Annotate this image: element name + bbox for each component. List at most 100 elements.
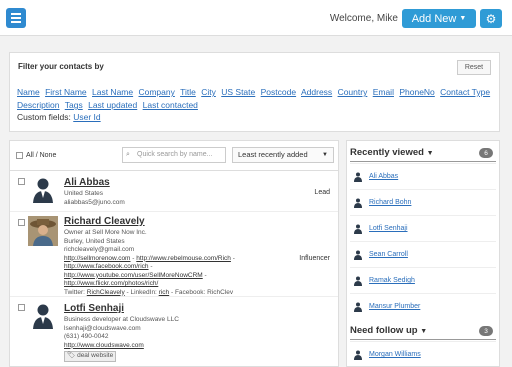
twitter-link[interactable]: RichCleavely <box>87 289 125 296</box>
person-avatar-icon <box>33 304 53 329</box>
need-follow-up-title: Need follow up <box>350 325 418 336</box>
settings-button[interactable]: ⚙ <box>480 9 502 28</box>
contact-details: United States aliabbas5@juno.com <box>64 190 125 207</box>
linkedin-label: LinkedIn: <box>130 288 157 296</box>
recent-contact-item[interactable]: Ali Abbas <box>350 163 496 189</box>
contact-location: Burley, United States <box>64 237 125 245</box>
add-new-button[interactable]: Add New ▼ <box>402 9 476 28</box>
caret-down-icon: ▼ <box>426 150 434 157</box>
reset-button[interactable]: Reset <box>457 60 491 75</box>
custom-fields: Custom fields: User Id <box>17 112 101 122</box>
person-icon <box>354 302 362 312</box>
contact-row: Lotfi Senhaji Business developer at Clou… <box>10 298 338 366</box>
filter-field-name[interactable]: Name <box>17 87 40 97</box>
hamburger-menu-icon[interactable] <box>6 8 26 28</box>
contact-details: Owner at Sell More Now Inc. Burley, Unit… <box>64 229 235 296</box>
recent-contact-item[interactable]: Sean Carroll <box>350 241 496 267</box>
list-toolbar: All / None ⌕ Quick search by name... Lea… <box>10 141 338 171</box>
contact-checkbox[interactable] <box>18 219 25 226</box>
contact-website-link[interactable]: http://www.flickr.com/photos/rich/ <box>64 280 158 287</box>
filter-field-company[interactable]: Company <box>138 87 174 97</box>
top-bar: Welcome, Mike Add New ▼ ⚙ <box>0 0 512 36</box>
custom-field-user-id[interactable]: User Id <box>73 112 100 122</box>
recent-contact-link[interactable]: Lotfi Senhaji <box>369 225 408 232</box>
contact-location: United States <box>64 190 104 197</box>
add-new-label: Add New <box>411 12 457 25</box>
tag-icon: 🏷 <box>67 352 76 359</box>
contact-checkbox[interactable] <box>18 304 25 311</box>
person-icon <box>354 224 362 234</box>
contact-row: Richard Cleavely Owner at Sell More Now … <box>10 213 338 297</box>
recent-contact-item[interactable]: Mansur Plumber <box>350 293 496 319</box>
contact-website-link[interactable]: http://www.rebelmouse.com/Rich <box>136 255 231 262</box>
contact-name-link[interactable]: Lotfi Senhaji <box>64 303 124 314</box>
contact-row: Ali Abbas United States aliabbas5@juno.c… <box>10 172 338 212</box>
filter-field-links: Name First Name Last Name Company Title … <box>17 86 495 112</box>
filter-field-us-state[interactable]: US State <box>221 87 255 97</box>
recent-contact-link[interactable]: Richard Bohn <box>369 199 411 206</box>
section-divider <box>350 339 496 340</box>
recently-viewed-count: 6 <box>479 148 493 158</box>
person-avatar-icon <box>33 178 53 203</box>
filter-field-address[interactable]: Address <box>301 87 332 97</box>
follow-up-contact-link[interactable]: Morgan Williams <box>369 351 421 358</box>
filter-field-city[interactable]: City <box>201 87 216 97</box>
caret-down-icon: ▼ <box>322 152 328 158</box>
recent-contact-link[interactable]: Mansur Plumber <box>369 303 420 310</box>
need-follow-up-toggle[interactable]: Need follow up ▼ <box>350 325 427 336</box>
filter-panel: Filter your contacts by Reset Name First… <box>9 52 500 132</box>
contact-email: aliabbas5@juno.com <box>64 198 125 206</box>
filter-field-contact-type[interactable]: Contact Type <box>440 87 490 97</box>
filter-field-description[interactable]: Description <box>17 100 60 110</box>
select-all-checkbox[interactable] <box>16 152 23 159</box>
filter-field-first-name[interactable]: First Name <box>45 87 87 97</box>
follow-up-contact-item[interactable]: Morgan Williams <box>350 341 496 366</box>
gear-icon: ⚙ <box>485 11 497 26</box>
recent-contact-item[interactable]: Ramak Sedigh <box>350 267 496 293</box>
filter-field-last-updated[interactable]: Last updated <box>88 100 137 110</box>
quick-search-placeholder: Quick search by name... <box>137 151 213 158</box>
custom-fields-label: Custom fields: <box>17 112 71 122</box>
filter-field-email[interactable]: Email <box>373 87 394 97</box>
recent-contact-item[interactable]: Lotfi Senhaji <box>350 215 496 241</box>
recently-viewed-toggle[interactable]: Recently viewed ▼ <box>350 147 434 158</box>
contact-title: Business developer at Cloudswave LLC <box>64 316 179 323</box>
filter-field-country[interactable]: Country <box>338 87 368 97</box>
contact-name-link[interactable]: Ali Abbas <box>64 177 110 188</box>
contact-website-link[interactable]: http://www.facebook.com/rich <box>64 263 149 270</box>
contact-photo <box>28 216 58 246</box>
recent-contact-link[interactable]: Ramak Sedigh <box>369 277 415 284</box>
filter-field-last-contacted[interactable]: Last contacted <box>143 100 198 110</box>
sort-select[interactable]: Least recently added ▼ <box>232 147 334 163</box>
section-divider <box>350 161 496 162</box>
contact-tag[interactable]: 🏷 deal website <box>64 351 117 362</box>
twitter-label: Twitter: <box>64 288 85 296</box>
filter-field-title[interactable]: Title <box>180 87 196 97</box>
select-all-toggle[interactable]: All / None <box>16 152 56 159</box>
contact-name-link[interactable]: Richard Cleavely <box>64 216 145 227</box>
filter-field-postcode[interactable]: Postcode <box>261 87 296 97</box>
contact-email: richcleavely@gmail.com <box>64 246 135 253</box>
all-none-label: All / None <box>26 152 57 159</box>
caret-down-icon: ▼ <box>420 328 428 335</box>
person-icon <box>354 350 362 360</box>
search-icon: ⌕ <box>126 151 130 158</box>
recent-contact-item[interactable]: Richard Bohn <box>350 189 496 215</box>
sidebar-panel: Recently viewed ▼ 6 Ali Abbas Richard Bo… <box>346 140 500 367</box>
contact-website-link[interactable]: http://sellmorenow.com <box>64 255 130 262</box>
linkedin-link[interactable]: rich <box>159 289 169 296</box>
tag-label: deal website <box>77 352 114 359</box>
person-icon <box>354 198 362 208</box>
filter-field-last-name[interactable]: Last Name <box>92 87 133 97</box>
contact-phone: (631) 490-0042 <box>64 333 109 340</box>
recent-contact-link[interactable]: Ali Abbas <box>369 173 398 180</box>
filter-field-phoneno[interactable]: PhoneNo <box>399 87 434 97</box>
caret-down-icon: ▼ <box>459 15 467 22</box>
recent-contact-link[interactable]: Sean Carroll <box>369 251 408 258</box>
contact-title: Owner at Sell More Now Inc. <box>64 229 147 236</box>
contact-website-link[interactable]: http://www.cloudswave.com <box>64 342 144 349</box>
contact-checkbox[interactable] <box>18 178 25 185</box>
filter-field-tags[interactable]: Tags <box>65 100 83 110</box>
contact-website-link[interactable]: http://www.youtube.com/user/SellMoreNowC… <box>64 272 203 279</box>
quick-search-input[interactable]: ⌕ Quick search by name... <box>122 147 226 163</box>
